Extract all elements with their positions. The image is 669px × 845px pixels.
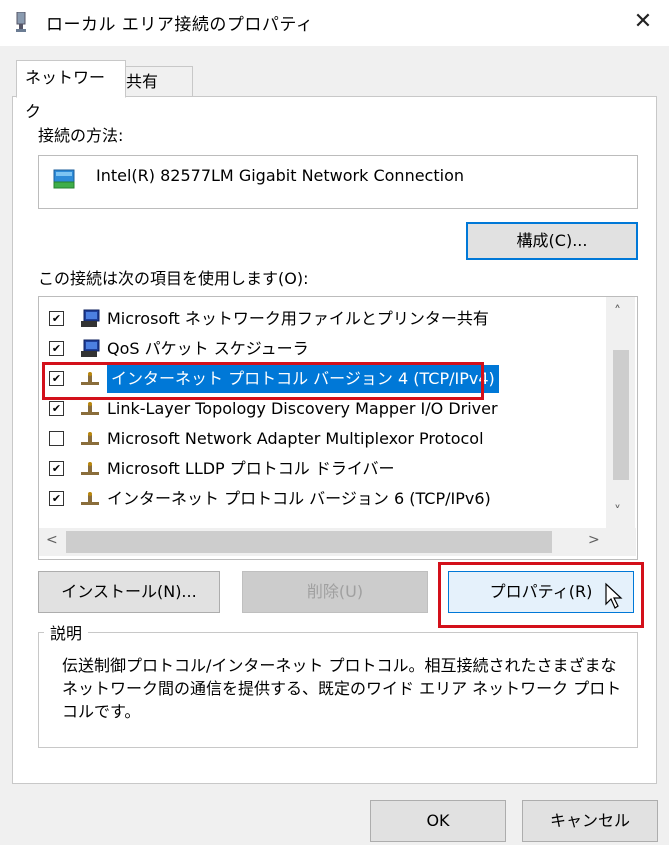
protocol-icon bbox=[81, 402, 99, 415]
install-button[interactable]: インストール(N)... bbox=[38, 571, 220, 613]
protocol-icon bbox=[81, 492, 99, 505]
items-label: この接続は次の項目を使用します(O): bbox=[38, 269, 309, 288]
list-item[interactable]: Microsoft Network Adapter Multiplexor Pr… bbox=[47, 425, 607, 453]
configure-button[interactable]: 構成(C)... bbox=[466, 222, 638, 260]
checkbox-unchecked[interactable] bbox=[49, 431, 64, 446]
scroll-right-icon[interactable]: > bbox=[588, 532, 600, 548]
connection-label: 接続の方法: bbox=[38, 126, 124, 145]
item-label: Microsoft Network Adapter Multiplexor Pr… bbox=[107, 429, 484, 448]
checkbox[interactable]: ✔ bbox=[49, 341, 64, 356]
network-client-icon bbox=[81, 339, 100, 357]
vertical-scroll-thumb[interactable] bbox=[613, 350, 629, 480]
list-item[interactable]: ✔ Microsoft LLDP プロトコル ドライバー bbox=[47, 455, 607, 483]
items-list[interactable]: ✔ Microsoft ネットワーク用ファイルとプリンター共有 ✔ QoS パケ… bbox=[38, 296, 638, 560]
scroll-up-icon[interactable]: ˄ bbox=[614, 304, 621, 320]
tab-network[interactable]: ネットワーク bbox=[16, 60, 126, 121]
mouse-cursor-icon bbox=[605, 582, 623, 609]
ok-button[interactable]: OK bbox=[370, 800, 506, 842]
checkbox[interactable]: ✔ bbox=[49, 401, 64, 416]
list-item[interactable]: ✔ インターネット プロトコル バージョン 6 (TCP/IPv6) bbox=[47, 485, 607, 513]
checkbox[interactable]: ✔ bbox=[49, 491, 64, 506]
horizontal-scroll-thumb[interactable] bbox=[66, 531, 552, 553]
uninstall-button: 削除(U) bbox=[242, 571, 428, 613]
highlight-ipv4 bbox=[42, 362, 484, 400]
description-title: 説明 bbox=[44, 620, 89, 644]
network-client-icon bbox=[81, 309, 100, 327]
item-label: Microsoft ネットワーク用ファイルとプリンター共有 bbox=[107, 309, 489, 328]
protocol-icon bbox=[81, 432, 99, 445]
item-label: QoS パケット スケジューラ bbox=[107, 339, 309, 358]
item-label: Microsoft LLDP プロトコル ドライバー bbox=[107, 459, 395, 478]
protocol-icon bbox=[81, 462, 99, 475]
scroll-down-icon[interactable]: ˅ bbox=[614, 504, 621, 520]
description-text: 伝送制御プロトコル/インターネット プロトコル。相互接続されたさまざまなネットワ… bbox=[62, 656, 622, 721]
network-adapter-icon bbox=[16, 12, 26, 32]
list-item[interactable]: ✔ Microsoft ネットワーク用ファイルとプリンター共有 bbox=[47, 305, 607, 333]
window-title: ローカル エリア接続のプロパティ bbox=[46, 15, 314, 35]
scroll-left-icon[interactable]: < bbox=[46, 532, 58, 548]
checkbox[interactable]: ✔ bbox=[49, 311, 64, 326]
nic-icon bbox=[53, 169, 75, 189]
tab-sharing[interactable]: 共有 bbox=[117, 66, 193, 98]
close-icon[interactable]: ✕ bbox=[626, 6, 660, 38]
cancel-button[interactable]: キャンセル bbox=[522, 800, 658, 842]
item-label: インターネット プロトコル バージョン 6 (TCP/IPv6) bbox=[107, 489, 491, 508]
adapter-name: Intel(R) 82577LM Gigabit Network Connect… bbox=[96, 166, 464, 185]
checkbox[interactable]: ✔ bbox=[49, 461, 64, 476]
list-item[interactable]: ✔ QoS パケット スケジューラ bbox=[47, 335, 607, 363]
